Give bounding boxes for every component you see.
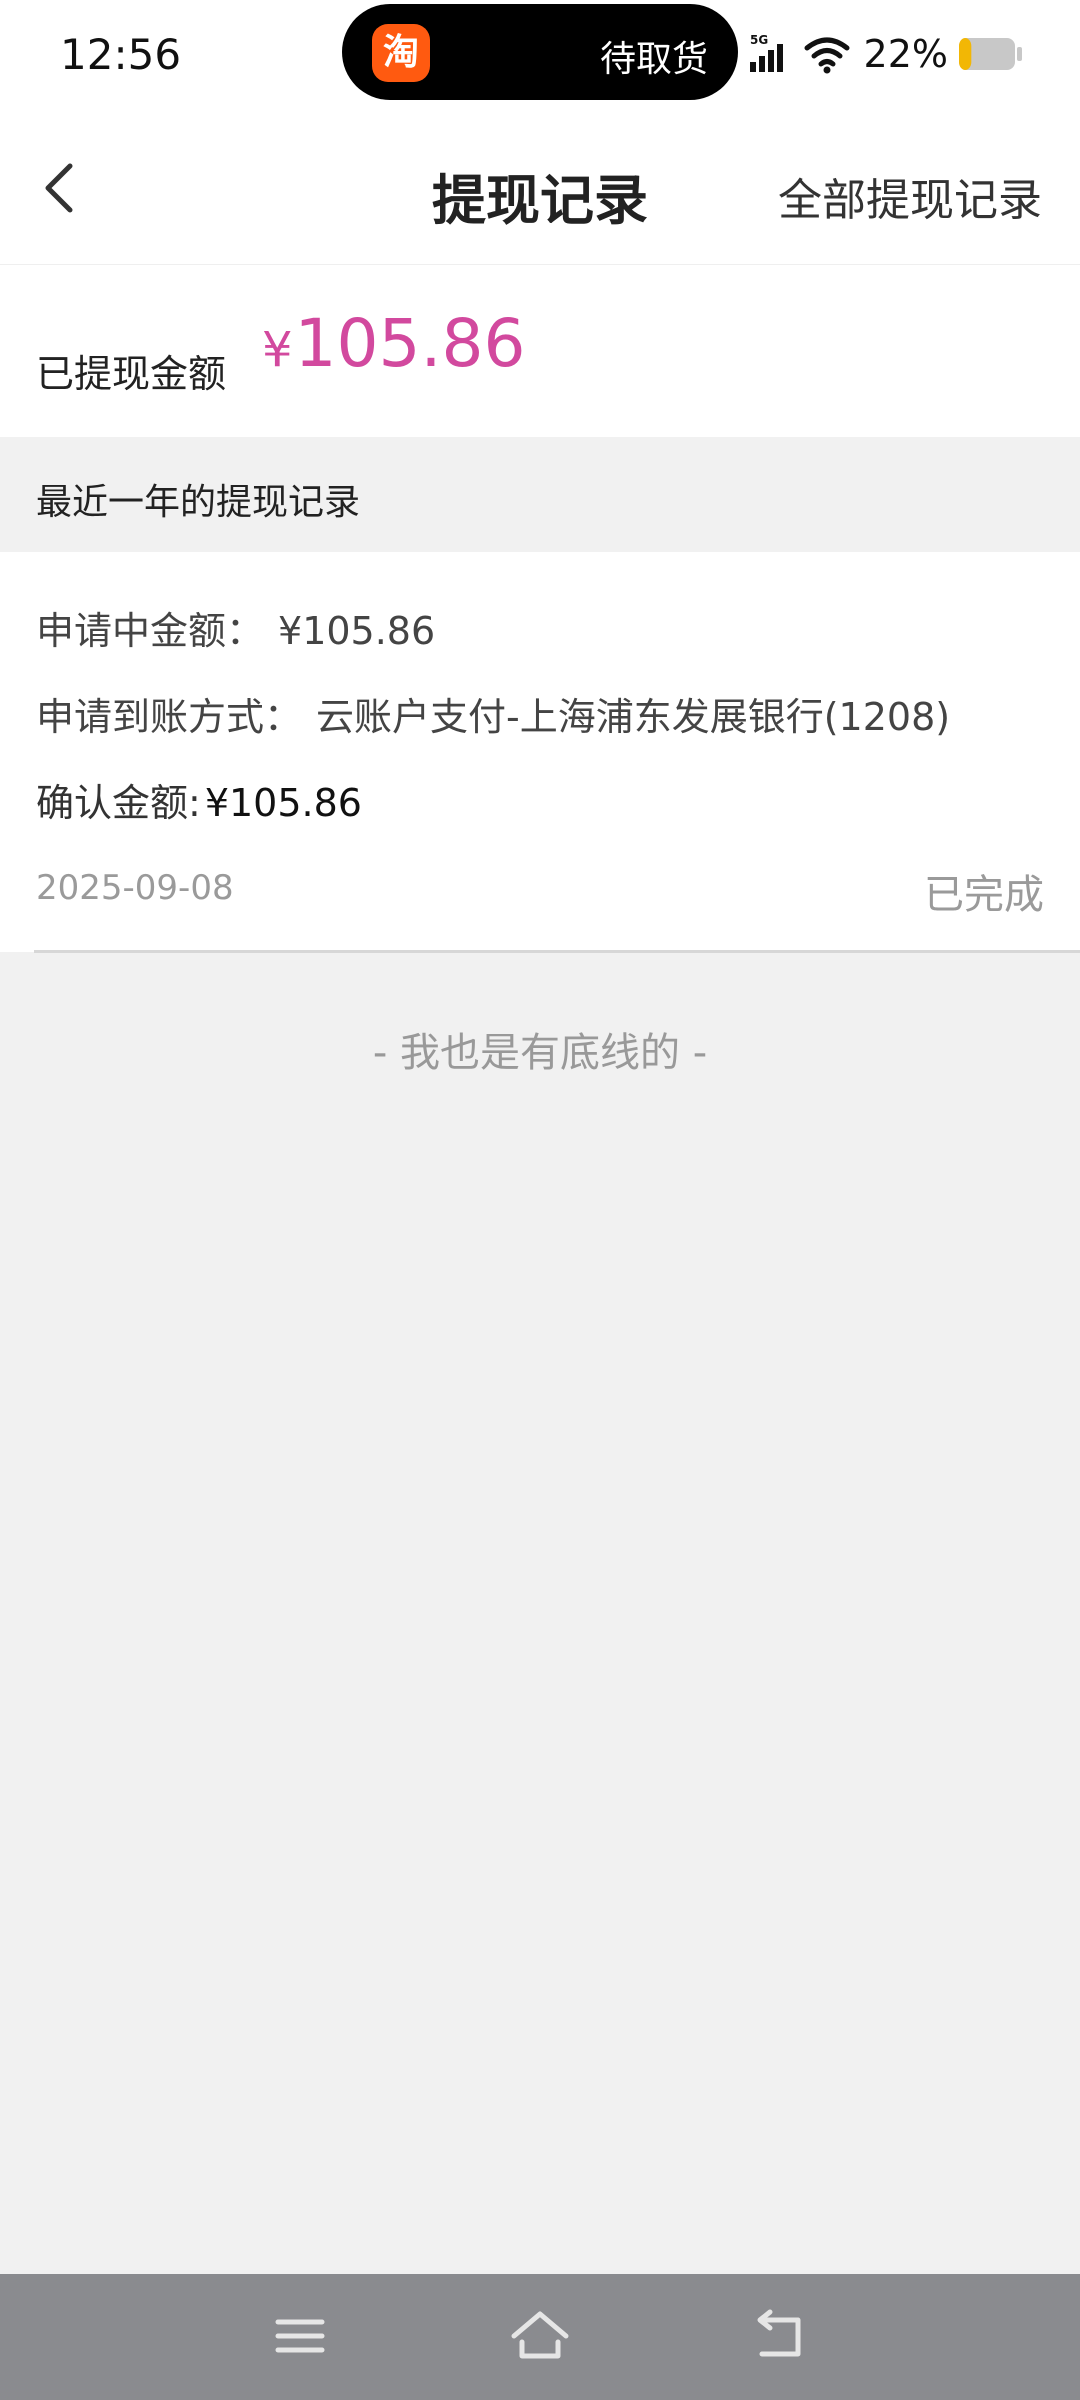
divider	[34, 950, 1080, 953]
battery-icon	[959, 38, 1022, 70]
system-nav-bar	[0, 2274, 1080, 2400]
home-icon[interactable]	[508, 2304, 572, 2368]
withdrawal-record[interactable]: 申请中金额： ¥105.86 申请到账方式： 云账户支付-上海浦东发展银行(1208…	[0, 552, 1080, 953]
wifi-icon	[804, 37, 850, 74]
network-type-label: 5G	[750, 33, 768, 47]
payout-method-value: 云账户支付-上海浦东发展银行(1208)	[316, 695, 951, 739]
section-title: 最近一年的提现记录	[36, 482, 361, 523]
confirmed-amount-row: 确认金额: ¥105.86	[36, 772, 362, 827]
back-icon[interactable]	[748, 2304, 812, 2368]
status-indicators: 5G 22%	[749, 28, 1024, 80]
menu-icon[interactable]	[268, 2304, 332, 2368]
applying-amount-row: 申请中金额： ¥105.86	[36, 600, 435, 655]
nav-header: 提现记录 全部提现记录	[0, 112, 1080, 265]
taobao-app-icon[interactable]: 淘	[372, 24, 430, 82]
payout-method-label: 申请到账方式：	[36, 695, 303, 739]
withdrawn-amount: ¥ 105.86	[262, 305, 525, 382]
applying-amount-value: ¥105.86	[278, 609, 436, 653]
payout-method-row: 申请到账方式： 云账户支付-上海浦东发展银行(1208)	[36, 686, 950, 741]
status-badge: 已完成	[924, 872, 1044, 918]
withdrawn-amount-label: 已提现金额	[36, 352, 227, 396]
all-records-link[interactable]: 全部提现记录	[778, 164, 1042, 228]
withdrawn-amount-value: 105.86	[294, 305, 526, 382]
status-bar: 12:56 淘 待取货 5G 22%	[0, 0, 1080, 112]
battery-percent: 22%	[863, 32, 948, 76]
confirmed-amount-label: 确认金额:	[36, 781, 201, 825]
confirmed-amount-value: ¥105.86	[204, 781, 362, 825]
dynamic-island[interactable]: 淘 待取货	[342, 4, 738, 100]
signal-5g-icon: 5G	[749, 33, 783, 72]
island-status-text: 待取货	[599, 39, 708, 80]
record-date: 2025-09-08	[36, 868, 234, 908]
section-header: 最近一年的提现记录	[0, 437, 1080, 552]
withdrawn-summary: 已提现金额 ¥ 105.86	[0, 265, 1080, 437]
status-time: 12:56	[60, 30, 182, 79]
currency-symbol: ¥	[262, 322, 293, 378]
end-of-list-text: - 我也是有底线的 -	[372, 1030, 708, 1076]
applying-amount-label: 申请中金额：	[36, 609, 265, 653]
